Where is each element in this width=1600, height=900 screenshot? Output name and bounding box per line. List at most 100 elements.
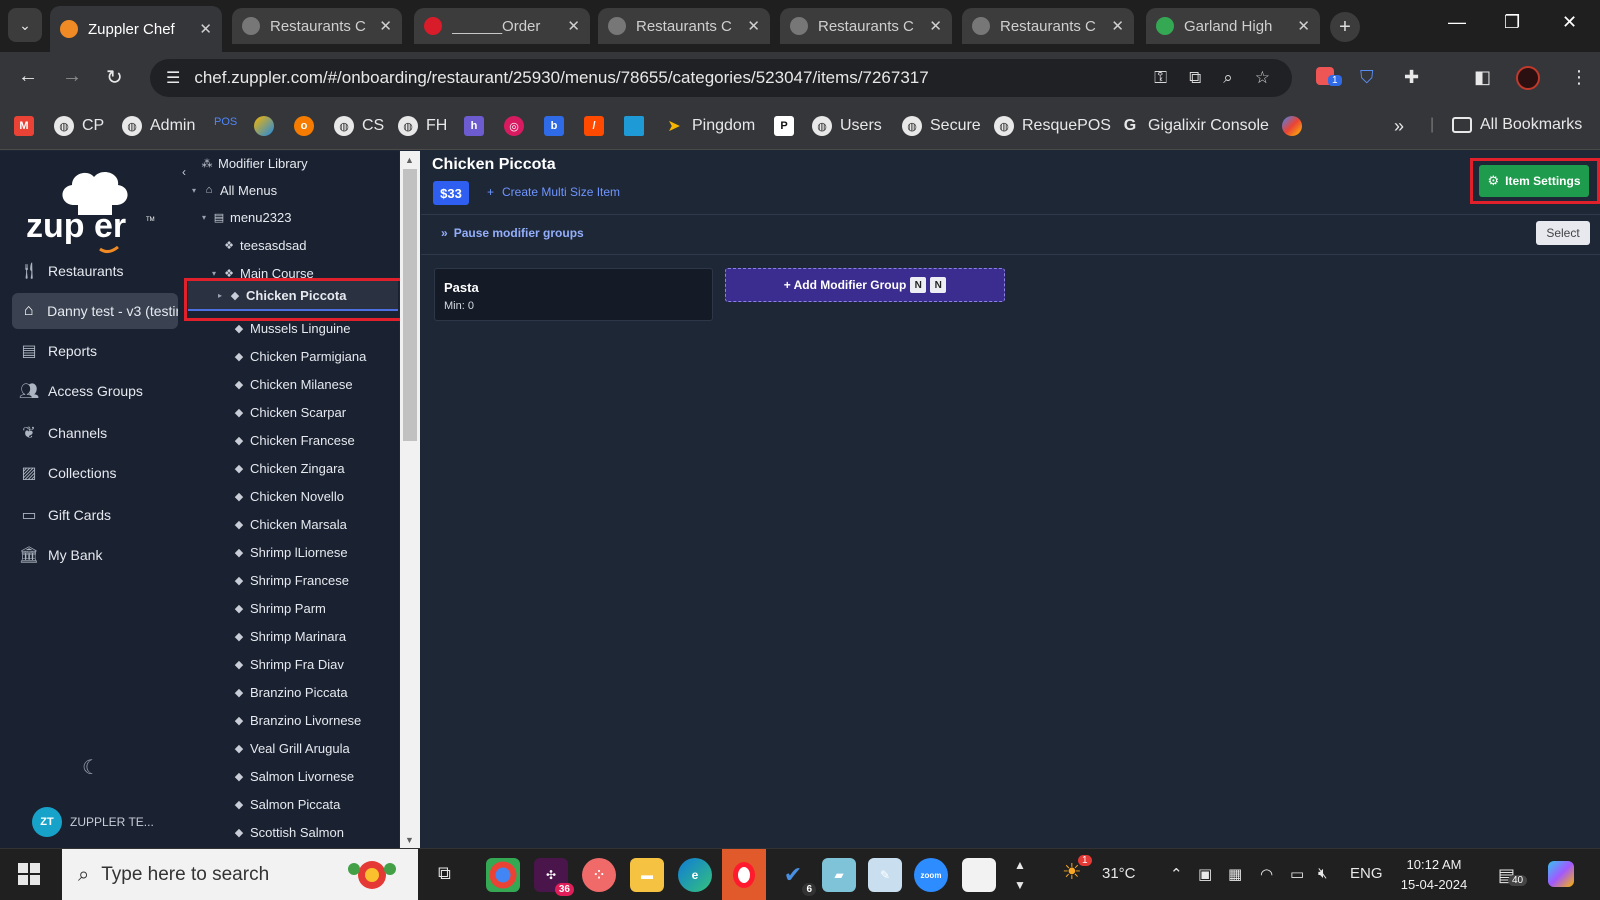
wifi-icon[interactable]: ◠ [1260,865,1273,883]
restore-icon[interactable]: ❐ [1504,12,1520,33]
close-icon[interactable]: ✕ [379,17,392,35]
tree-item[interactable]: ◆ Shrimp Fra Diav [232,653,344,675]
tab-restaurants-3[interactable]: Restaurants C ✕ [780,8,952,44]
tray-overflow-chevron-icon[interactable]: ⌃ [1170,865,1183,883]
tree-item[interactable]: ◆ Shrimp lLiornese [232,541,348,563]
close-icon[interactable]: ✕ [747,17,760,35]
pause-modifier-groups-toggle[interactable]: » Pause modifier groups [441,226,584,240]
modifier-group-card[interactable]: Pasta Min: 0 [434,268,713,321]
tab-restaurants-2[interactable]: Restaurants C ✕ [598,8,770,44]
bookmark-cs[interactable]: ◍ CS [334,116,384,136]
system-clock[interactable]: 10:12 AM 15-04-2024 [1392,855,1476,895]
edge-taskbar-icon[interactable]: e [678,858,712,892]
price-badge[interactable]: $33 [433,181,469,205]
close-icon[interactable]: ✕ [199,20,212,38]
tree-item[interactable]: ◆ Salmon Livornese [232,765,354,787]
blank-app-taskbar-icon[interactable] [962,858,996,892]
shield-icon[interactable]: ⛉ [1360,67,1374,88]
bookmark-ole[interactable]: o [294,116,322,136]
file-explorer-icon[interactable]: ▬ [630,858,664,892]
caret-down-icon[interactable]: ▾ [212,269,222,278]
tree-category-teesasdsad[interactable]: ❖ teesasdsad [222,234,306,256]
tree-menu[interactable]: ▾ ▤ menu2323 [202,206,291,228]
nav-gift-cards[interactable]: ▭ Gift Cards [18,501,178,529]
paint-taskbar-icon[interactable]: ✎ [868,858,902,892]
nav-reports[interactable]: ▤ Reports [18,337,178,365]
bookmark-squares[interactable] [624,116,652,136]
bookmark-gigalixir[interactable]: G Gigalixir Console [1120,116,1269,136]
close-icon[interactable]: ✕ [1111,17,1124,35]
tree-item[interactable]: ◆ Shrimp Francese [232,569,349,591]
window-close-icon[interactable]: ✕ [1562,12,1577,33]
bookmark-secure[interactable]: ◍ Secure [902,116,981,136]
bookmark-pingdom[interactable]: ➤ Pingdom [664,116,755,136]
kebab-menu-icon[interactable]: ⋮ [1570,67,1588,88]
side-panel-icon[interactable]: ◧ [1474,67,1491,88]
copilot-icon[interactable] [1548,861,1574,887]
tree-item[interactable]: ◆ Branzino Piccata [232,681,348,703]
scroll-down-icon[interactable]: ▼ [405,835,414,845]
opera-taskbar-icon[interactable] [722,849,766,900]
tree-item[interactable]: ◆ Shrimp Parm [232,597,326,619]
taskbar-scroll-arrows-icon[interactable]: ▲ ▼ [1014,855,1026,895]
bookmark-cp[interactable]: ◍ CP [54,116,104,136]
bookmark-heroku[interactable]: h [464,116,492,136]
tree-scrollbar[interactable]: ▲ ▼ [400,151,420,848]
tree-item[interactable]: ◆ Chicken Milanese [232,373,353,395]
tree-item[interactable]: ◆ Salmon Piccata [232,793,341,815]
task-view-icon[interactable]: ⧉ [438,863,451,884]
nav-my-bank[interactable]: 🏛︎ My Bank [18,541,178,569]
tree-item[interactable]: ◆ Chicken Parmigiana [232,345,367,367]
tree-all-menus[interactable]: ▾ ⌂ All Menus [192,179,277,201]
scrollbar-thumb[interactable] [403,169,417,441]
tab-order[interactable]: ______Order ✕ [414,8,590,44]
language-indicator[interactable]: ENG [1350,865,1383,882]
puzzle-icon[interactable]: ✚ [1404,67,1419,88]
tab-zuppler-chef[interactable]: Zuppler Chef ✕ [50,6,222,52]
bookmark-users[interactable]: ◍ Users [812,116,882,136]
todo-taskbar-icon[interactable]: ✔ 6 [776,858,816,896]
new-tab-button[interactable]: + [1330,12,1360,42]
create-multi-size-link[interactable]: + Create Multi Size Item [487,185,620,199]
site-info-icon[interactable]: ☰ [166,68,180,88]
address-bar[interactable]: ☰ chef.zuppler.com/#/onboarding/restaura… [150,59,1292,97]
slack-taskbar-icon[interactable]: ✣ 36 [534,858,574,896]
open-external-icon[interactable]: ⧉ [1189,68,1201,88]
bookmarks-overflow[interactable]: » [1394,116,1404,137]
tree-item[interactable]: ◆ Chicken Marsala [232,513,347,535]
meet-icon[interactable]: ▣ [1198,865,1212,883]
select-button[interactable]: Select [1536,221,1590,245]
tree-item[interactable]: ◆ Chicken Zingara [232,457,345,479]
caret-down-icon[interactable]: ▾ [202,213,212,222]
bookmark-google-assistant[interactable] [1282,116,1310,136]
taskbar-search[interactable]: ⌕ Type here to search [62,849,418,900]
bookmark-star-icon[interactable]: ☆ [1255,68,1270,88]
speaker-muted-icon[interactable]: 🔇︎ [1318,865,1327,882]
bookmark-colorful[interactable] [254,116,282,136]
url-text[interactable]: chef.zuppler.com/#/onboarding/restaurant… [194,68,1154,88]
dark-mode-moon-icon[interactable]: ☾ [82,755,100,780]
zoom-taskbar-icon[interactable]: zoom [914,858,948,892]
gmail-bookmark[interactable]: M [14,116,42,136]
tree-item[interactable]: ◆ Chicken Novello [232,485,344,507]
add-modifier-group-button[interactable]: + Add Modifier Group N N [725,268,1005,302]
close-icon[interactable]: ✕ [1297,17,1310,35]
device-icon[interactable]: ▦ [1228,865,1242,883]
nav-collections[interactable]: ▨ Collections [18,459,178,487]
close-icon[interactable]: ✕ [567,17,580,35]
tree-item[interactable]: ◆ Chicken Francese [232,429,355,451]
extension-icon[interactable]: 1 [1316,67,1342,90]
windows-start-icon[interactable] [18,863,40,885]
asana-taskbar-icon[interactable]: ⁘ [582,858,616,892]
tree-item[interactable]: ◆ Chicken Scarpar [232,401,346,423]
user-profile[interactable]: ZT ZUPPLER TE... [32,807,154,837]
tree-modifier-library[interactable]: ⁂ Modifier Library [200,152,308,174]
tree-item[interactable]: ◆ Veal Grill Arugula [232,737,350,759]
reload-icon[interactable]: ↻ [106,65,123,90]
bookmark-b[interactable]: b [544,116,572,136]
bookmark-target[interactable]: ◎ [504,116,532,136]
tree-item[interactable]: ◆ Shrimp Marinara [232,625,346,647]
tab-restaurants-4[interactable]: Restaurants C ✕ [962,8,1134,44]
scroll-up-icon[interactable]: ▲ [405,155,414,165]
nav-restaurants[interactable]: 🍴︎ Restaurants [18,257,178,285]
